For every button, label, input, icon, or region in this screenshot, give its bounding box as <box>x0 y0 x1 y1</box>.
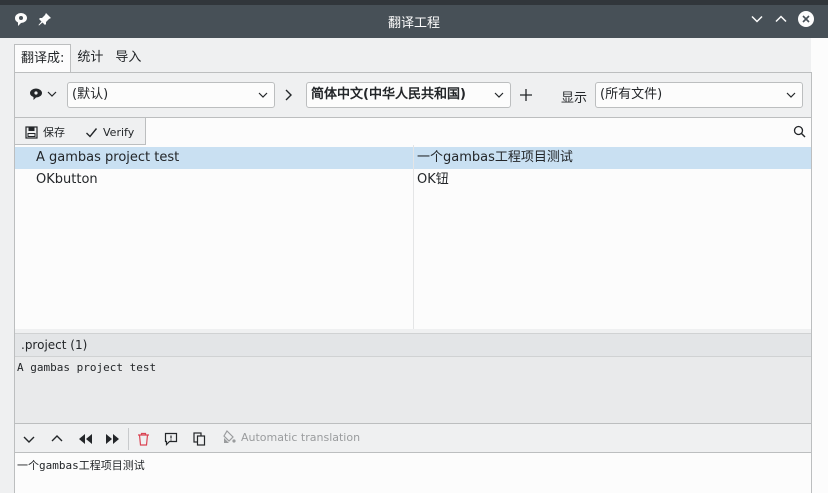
source-language-value: (默认) <box>72 87 109 102</box>
close-icon <box>802 15 810 23</box>
tab-statistics[interactable]: 统计 <box>71 44 109 72</box>
source-language-combo[interactable]: (默认) <box>67 82 275 108</box>
minimize-button[interactable] <box>748 10 766 28</box>
comment-button[interactable] <box>163 431 179 447</box>
translation-editor[interactable]: 一个gambas工程项目测试 <box>15 453 811 493</box>
chevron-right-icon <box>283 88 295 105</box>
tab-bar: 翻译成: 统计 导入 <box>14 44 147 73</box>
chevron-down-icon <box>786 92 796 98</box>
checkmark-icon <box>86 127 98 138</box>
paint-bucket-icon <box>223 430 236 443</box>
edit-toolbar: Automatic translation <box>15 423 811 453</box>
file-filter-combo[interactable]: (所有文件) <box>595 82 803 108</box>
copy-icon <box>192 432 205 446</box>
translate-panel: (默认) 简体中文(中华人民共和国) 显示 (所有文件) 保存 Verify A… <box>14 72 812 493</box>
title-bar-top-strip <box>0 0 828 5</box>
row-target: OK钮 <box>417 172 449 187</box>
target-language-combo[interactable]: 简体中文(中华人民共和国) <box>306 82 511 108</box>
tab-import[interactable]: 导入 <box>109 44 147 72</box>
previous-untranslated-button[interactable] <box>77 431 93 447</box>
row-source: A gambas project test <box>36 150 180 165</box>
show-label: 显示 <box>561 91 588 106</box>
save-icon <box>25 125 38 139</box>
automatic-translation-label: Automatic translation <box>241 430 361 444</box>
close-button[interactable] <box>798 11 814 27</box>
trash-icon <box>137 432 149 446</box>
save-label: 保存 <box>43 126 65 139</box>
toolbar-separator <box>128 428 129 450</box>
row-target: 一个gambas工程项目测试 <box>417 150 573 165</box>
chevron-down-icon <box>23 436 35 443</box>
language-bar: (默认) 简体中文(中华人民共和国) 显示 (所有文件) <box>15 73 811 117</box>
chevron-down-icon <box>494 92 504 98</box>
source-language-button[interactable] <box>29 87 57 101</box>
copy-button[interactable] <box>191 431 207 447</box>
verify-label: Verify <box>103 125 135 139</box>
column-divider <box>413 145 414 329</box>
window-title: 翻译工程 <box>387 16 440 31</box>
right-edge <box>811 38 828 493</box>
rewind-icon <box>79 434 92 444</box>
verify-button[interactable]: Verify <box>85 122 134 142</box>
previous-button[interactable] <box>49 431 65 447</box>
automatic-translation-button[interactable]: Automatic translation <box>222 430 360 444</box>
title-bar: 翻译工程 <box>0 0 828 38</box>
save-button[interactable]: 保存 <box>25 122 65 142</box>
target-language-value: 简体中文(中华人民共和国) <box>311 87 466 102</box>
file-filter-value: (所有文件) <box>600 87 663 102</box>
maximize-button[interactable] <box>772 10 790 28</box>
comment-icon <box>164 432 178 446</box>
search-icon[interactable] <box>793 125 806 141</box>
translation-list[interactable]: A gambas project test 一个gambas工程项目测试 OKb… <box>15 145 811 329</box>
plus-icon <box>520 89 532 101</box>
chevron-down-icon <box>258 92 268 98</box>
source-text: A gambas project test <box>15 357 811 423</box>
tab-translate-to[interactable]: 翻译成: <box>14 44 72 73</box>
main-toolbar: 保存 Verify <box>15 117 811 145</box>
next-untranslated-button[interactable] <box>105 431 121 447</box>
chevron-down-icon <box>47 91 57 97</box>
speech-bubble-icon <box>30 88 42 100</box>
fast-forward-icon <box>106 434 119 444</box>
source-header: .project (1) <box>15 333 811 357</box>
search-input[interactable] <box>145 118 811 145</box>
window-content: 翻译成: 统计 导入 (默认) 简体中文(中华人民共和国) 显示 (所有文件) … <box>0 38 828 493</box>
next-button[interactable] <box>21 431 37 447</box>
delete-button[interactable] <box>135 431 151 447</box>
row-source: OKbutton <box>36 172 98 187</box>
add-language-button[interactable] <box>519 88 533 105</box>
chevron-up-icon <box>51 435 63 442</box>
